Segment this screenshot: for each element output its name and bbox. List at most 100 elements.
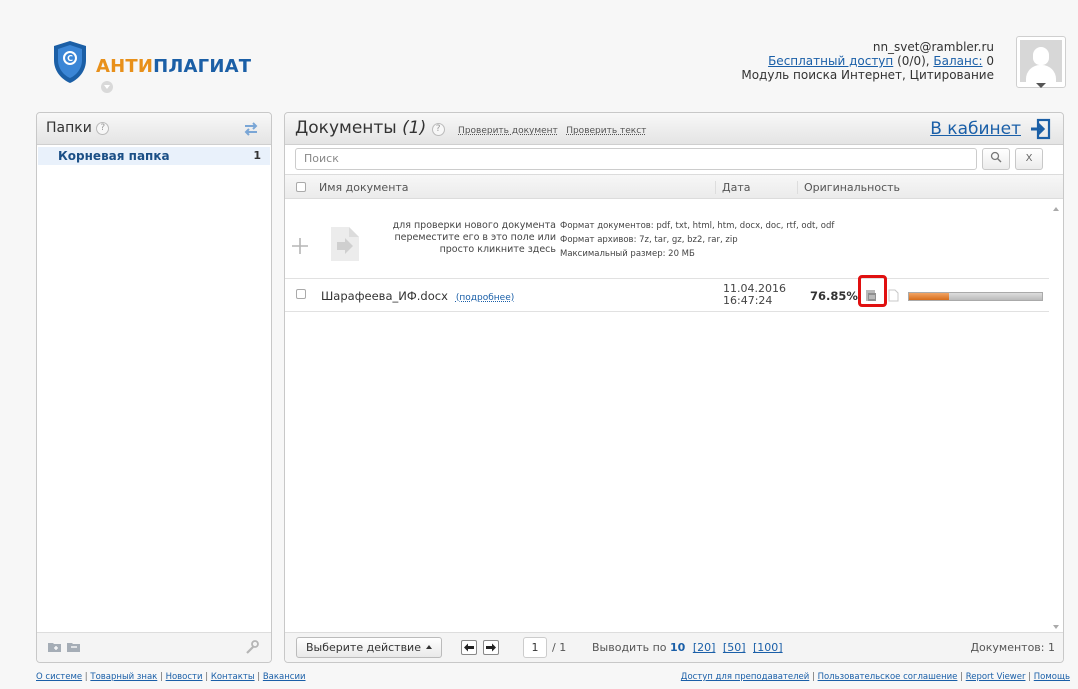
documents-header: Документы (1) ? Проверить документ Прове… bbox=[285, 113, 1063, 145]
documents-panel: Документы (1) ? Проверить документ Прове… bbox=[284, 112, 1064, 663]
documents-footer: Выберите действие 1 / 1 Выводить по 10 [… bbox=[285, 632, 1063, 662]
balance-link[interactable]: Баланс: bbox=[933, 54, 982, 68]
folder-count: 1 bbox=[253, 149, 261, 162]
action-select-label: Выберите действие bbox=[306, 641, 421, 654]
upload-dropzone[interactable]: для проверки нового документа переместит… bbox=[285, 210, 1049, 276]
footer-link-help[interactable]: Помощь bbox=[1034, 672, 1070, 682]
per-page-50[interactable]: [50] bbox=[723, 641, 746, 654]
folders-panel: Папки ? Корневая папка 1 bbox=[36, 112, 272, 663]
footer-link-news[interactable]: Новости bbox=[166, 672, 203, 682]
details-link[interactable]: (подробнее) bbox=[456, 293, 514, 303]
column-originality[interactable]: Оригинальность bbox=[797, 181, 900, 194]
cabinet-link[interactable]: В кабинет bbox=[930, 119, 1021, 139]
upload-line-1: для проверки нового документа bbox=[392, 220, 556, 231]
free-access-link[interactable]: Бесплатный доступ bbox=[768, 54, 893, 68]
avatar[interactable] bbox=[1016, 36, 1066, 88]
footer-link-agreement[interactable]: Пользовательское соглашение bbox=[818, 672, 958, 682]
per-page-20[interactable]: [20] bbox=[693, 641, 716, 654]
documents-total: Документов: 1 bbox=[970, 641, 1055, 654]
footer-links-right: Доступ для преподавателей | Пользователь… bbox=[680, 672, 1070, 682]
select-all-checkbox[interactable] bbox=[296, 182, 306, 192]
footer-link-teachers[interactable]: Доступ для преподавателей bbox=[681, 672, 810, 682]
upload-line-3: просто кликните здесь bbox=[439, 244, 556, 255]
brand-part-anti: АНТИ bbox=[96, 56, 154, 77]
triangle-up-icon bbox=[425, 645, 432, 649]
per-page-100[interactable]: [100] bbox=[753, 641, 783, 654]
balance-value: 0 bbox=[986, 54, 994, 68]
folder-name: Корневая папка bbox=[58, 149, 170, 163]
document-date: 11.04.2016 16:47:24 bbox=[723, 283, 786, 307]
documents-title: Документы (1) ? Проверить документ Прове… bbox=[295, 118, 646, 138]
total-pages: / 1 bbox=[552, 641, 567, 654]
brand-dropdown-icon[interactable] bbox=[101, 81, 113, 93]
footer-link-report-viewer[interactable]: Report Viewer bbox=[966, 672, 1026, 682]
folders-header: Папки ? bbox=[37, 113, 271, 145]
wrench-icon[interactable] bbox=[245, 640, 259, 654]
check-document-link[interactable]: Проверить документ bbox=[458, 126, 558, 136]
originality-percent: 76.85% bbox=[810, 289, 858, 303]
document-name-cell: Шарафеева_ИФ.docx (подробнее) bbox=[321, 289, 514, 303]
originality-bar-fill bbox=[909, 293, 949, 300]
folder-settings-icon[interactable] bbox=[67, 642, 81, 653]
footer-link-trademark[interactable]: Товарный знак bbox=[90, 672, 157, 682]
add-folder-icon[interactable] bbox=[48, 642, 62, 653]
scroll-up-icon[interactable] bbox=[1053, 207, 1059, 211]
access-count: (0/0), bbox=[897, 54, 930, 68]
document-icon[interactable] bbox=[888, 289, 899, 302]
magnifier-icon bbox=[990, 151, 1002, 163]
check-text-link[interactable]: Проверить текст bbox=[566, 126, 646, 136]
clear-search-button[interactable]: X bbox=[1015, 148, 1043, 170]
brand-part-plagiat: ПЛАГИАТ bbox=[153, 56, 252, 77]
per-page-control: Выводить по 10 [20] [50] [100] bbox=[592, 641, 783, 654]
table-header: Имя документа Дата Оригинальность bbox=[285, 174, 1063, 199]
user-email: nn_svet@rambler.ru bbox=[872, 40, 994, 54]
prev-page-button[interactable] bbox=[461, 640, 477, 655]
row-checkbox[interactable] bbox=[296, 289, 306, 299]
enter-cabinet-icon[interactable] bbox=[1029, 118, 1051, 140]
max-size: Максимальный размер: 20 МБ bbox=[560, 249, 695, 259]
page-number-input[interactable]: 1 bbox=[523, 637, 547, 658]
search-input[interactable]: Поиск bbox=[295, 148, 977, 170]
archive-formats: Формат архивов: 7z, tar, gz, bz2, rar, z… bbox=[560, 235, 738, 245]
document-date-time: 16:47:24 bbox=[723, 294, 773, 307]
upload-format-info: Формат документов: pdf, txt, html, htm, … bbox=[560, 219, 834, 261]
footer-links-left: О системе | Товарный знак | Новости | Ко… bbox=[36, 672, 306, 682]
documents-count: (1) bbox=[402, 118, 427, 138]
user-info: nn_svet@rambler.ru Бесплатный доступ (0/… bbox=[614, 40, 994, 82]
table-row[interactable]: Шарафеева_ИФ.docx (подробнее) 11.04.2016 … bbox=[285, 278, 1049, 312]
folder-item-root[interactable]: Корневая папка 1 bbox=[38, 147, 270, 165]
user-modules: Модуль поиска Интернет, Цитирование bbox=[741, 68, 994, 82]
scroll-down-icon[interactable] bbox=[1053, 625, 1059, 629]
per-page-label: Выводить по bbox=[592, 641, 667, 654]
per-page-current: 10 bbox=[670, 641, 686, 654]
shield-logo-icon: C bbox=[54, 41, 86, 83]
action-select[interactable]: Выберите действие bbox=[296, 637, 442, 658]
originality-bar bbox=[908, 292, 1043, 301]
arrow-right-icon bbox=[486, 643, 496, 652]
column-date[interactable]: Дата bbox=[715, 181, 750, 194]
folders-help-icon[interactable]: ? bbox=[96, 122, 110, 135]
documents-title-text: Документы bbox=[295, 118, 397, 138]
brand-name: АНТИПЛАГИАТ bbox=[96, 56, 267, 98]
next-page-button[interactable] bbox=[483, 640, 499, 655]
swap-arrows-icon[interactable] bbox=[243, 121, 259, 137]
arrow-left-icon bbox=[464, 643, 474, 652]
avatar-dropdown-icon bbox=[1036, 83, 1046, 88]
highlight-box bbox=[858, 275, 887, 307]
document-formats: Формат документов: pdf, txt, html, htm, … bbox=[560, 221, 835, 231]
documents-help-icon[interactable]: ? bbox=[431, 123, 445, 136]
user-access: Бесплатный доступ (0/0), Баланс: 0 bbox=[614, 54, 994, 68]
avatar-placeholder-icon bbox=[1020, 40, 1062, 82]
footer-link-vacancies[interactable]: Вакансии bbox=[263, 672, 306, 682]
logo[interactable]: C АНТИПЛАГИАТ bbox=[52, 40, 267, 93]
scrollbar[interactable] bbox=[1050, 201, 1062, 633]
folders-title: Папки ? bbox=[46, 120, 110, 136]
upload-instructions: для проверки нового документа переместит… bbox=[374, 220, 556, 256]
document-name[interactable]: Шарафеева_ИФ.docx bbox=[321, 289, 448, 303]
plus-icon bbox=[292, 238, 308, 254]
folders-footer bbox=[37, 632, 271, 662]
footer-link-about[interactable]: О системе bbox=[36, 672, 82, 682]
footer-link-contacts[interactable]: Контакты bbox=[211, 672, 255, 682]
search-button[interactable] bbox=[982, 148, 1010, 170]
column-name[interactable]: Имя документа bbox=[319, 181, 409, 194]
